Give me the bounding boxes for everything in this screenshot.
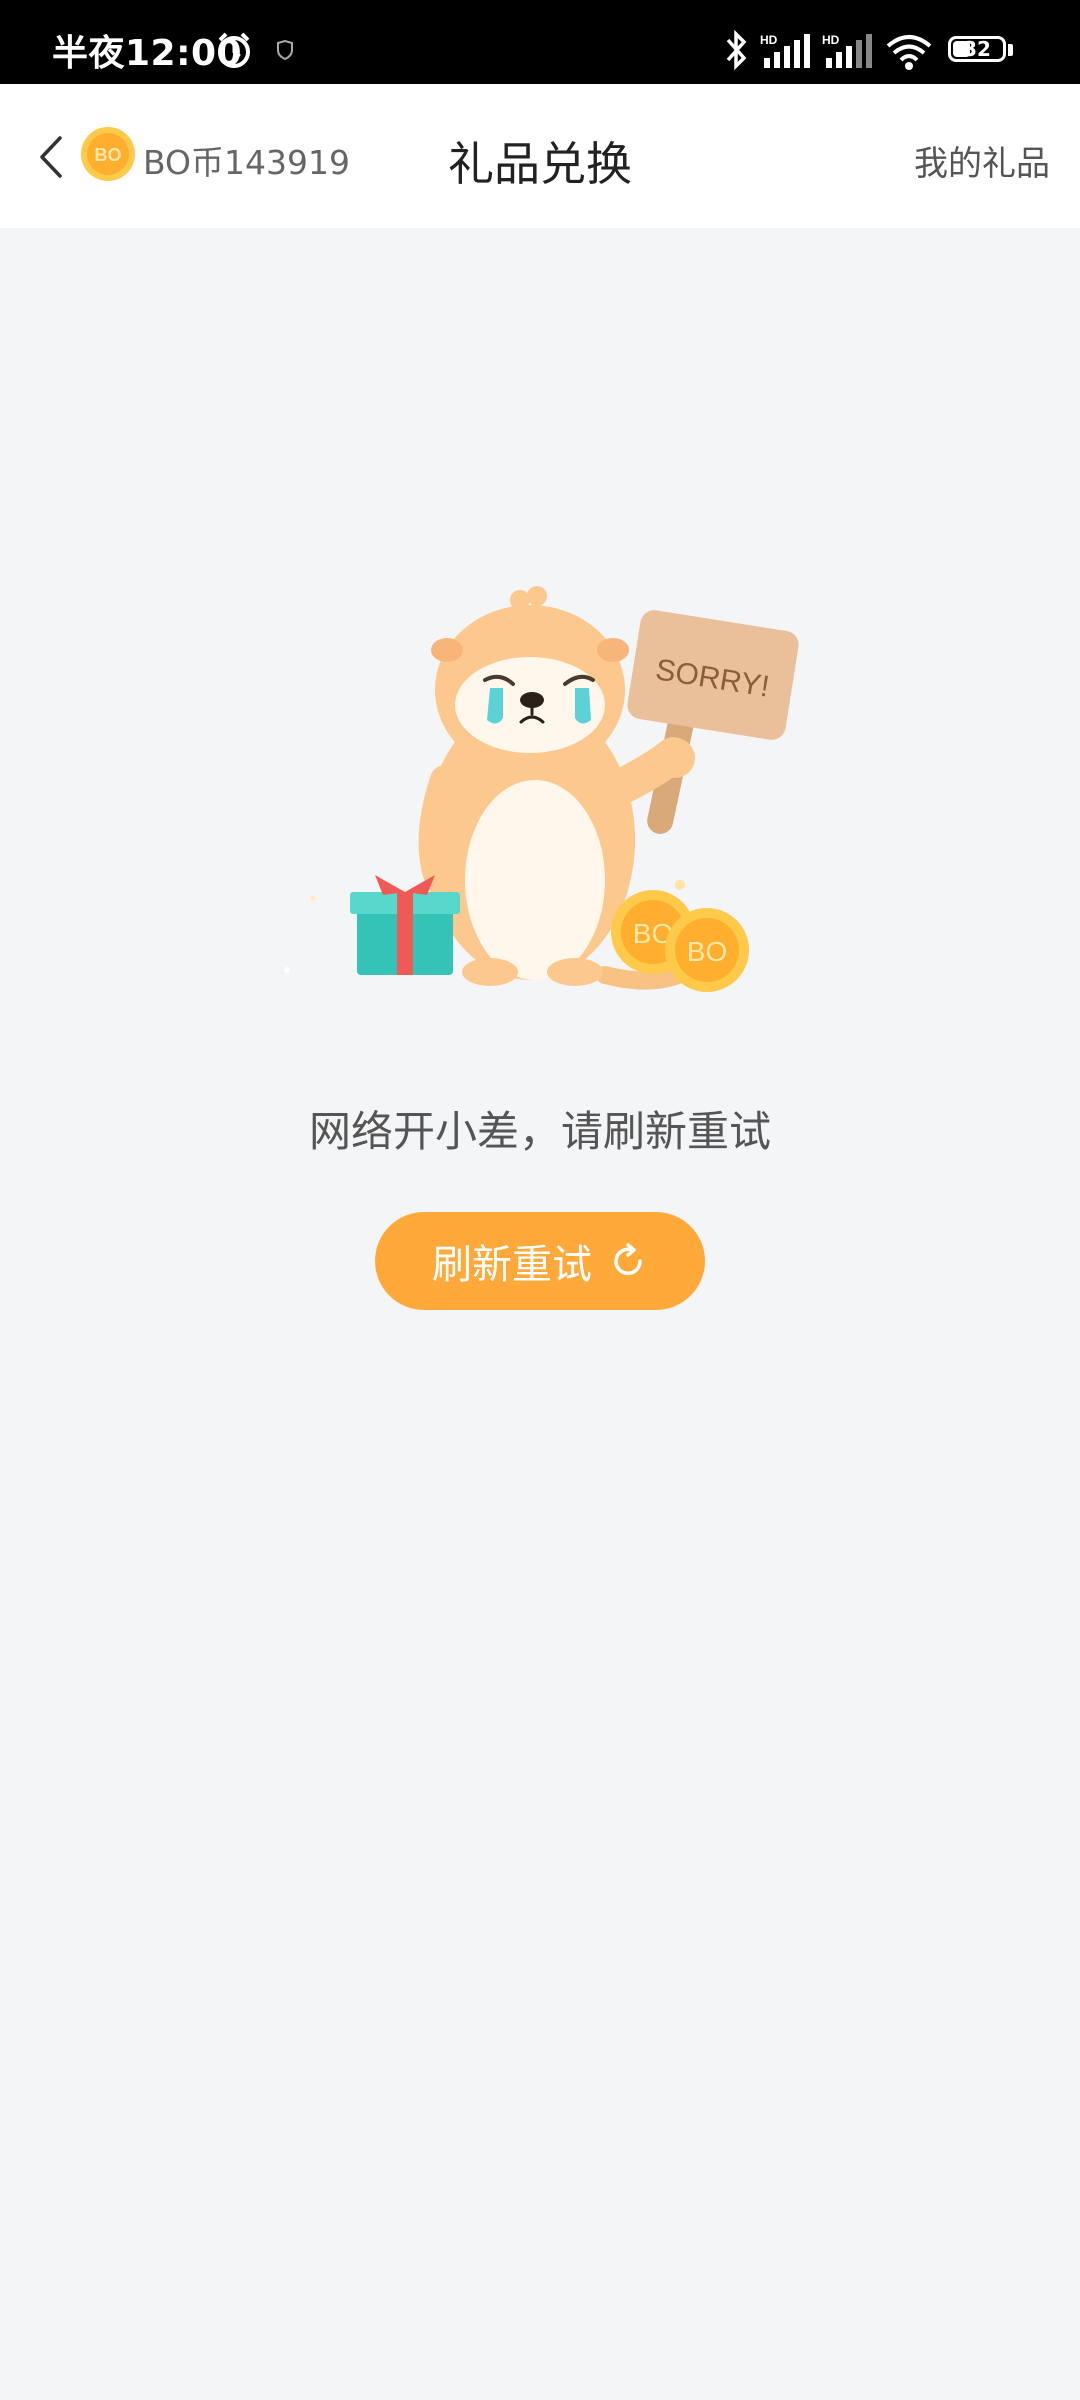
top-navigation-bar: BO BO币143919 礼品兑换 我的礼品 (0, 84, 1080, 228)
signal-hd-label: HD (822, 33, 840, 47)
bluetooth-icon (726, 30, 747, 70)
refresh-icon (614, 1243, 642, 1276)
wifi-icon (886, 35, 932, 70)
shield-icon (277, 40, 293, 60)
sorry-mascot-illustration: SORRY! BO BO (284, 586, 799, 992)
battery-icon: 32 (948, 36, 1006, 62)
battery-level: 32 (963, 37, 991, 61)
my-gifts-link[interactable]: 我的礼品 (914, 136, 1050, 185)
signal-hd-label: HD (760, 33, 778, 47)
tear (575, 688, 591, 724)
network-error-message: 网络开小差，请刷新重试 (308, 1107, 771, 1156)
illustration-coin-label: BO (687, 936, 727, 967)
sparkle (284, 967, 290, 973)
sparkle (310, 895, 316, 901)
signal-icon: HD (822, 33, 872, 68)
alarm-icon (218, 32, 250, 68)
battery-tip (1008, 44, 1013, 56)
retry-button-label: 刷新重试 (432, 1242, 592, 1288)
signal-icon: HD (760, 33, 810, 68)
status-bar: 半夜12:00 HD HD 32 (0, 0, 1080, 84)
sparkle (675, 880, 685, 890)
mascot-belly (465, 780, 605, 980)
retry-button[interactable]: 刷新重试 (375, 1212, 705, 1310)
sorry-sign: SORRY! (627, 610, 799, 740)
